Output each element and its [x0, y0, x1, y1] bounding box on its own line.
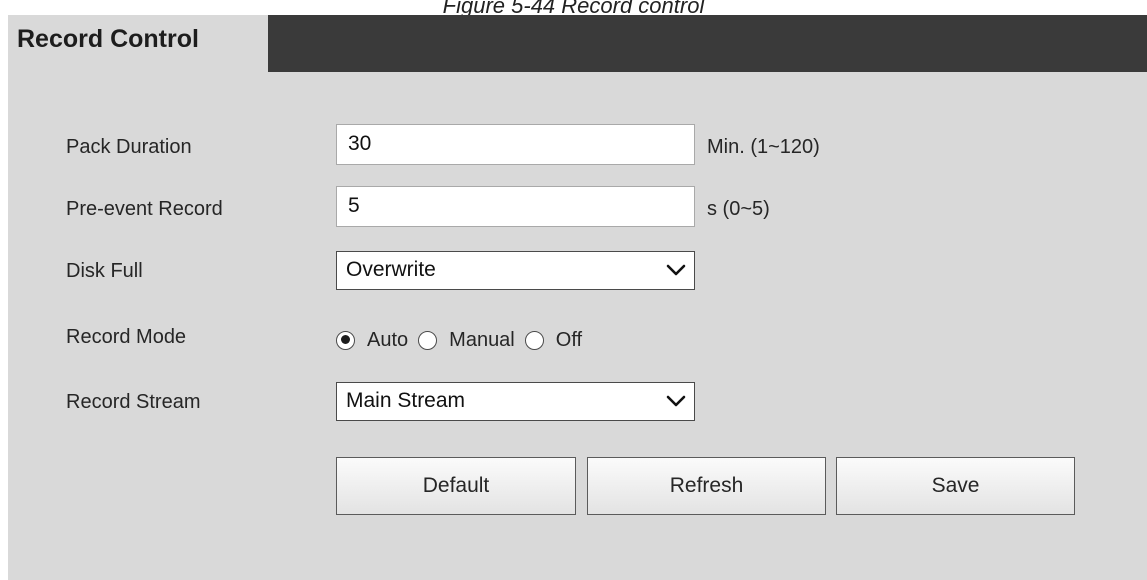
pre-event-record-input[interactable]: 5: [336, 186, 695, 227]
pack-duration-label: Pack Duration: [66, 136, 192, 158]
chevron-down-icon: [666, 395, 686, 407]
radio-auto-label: Auto: [367, 328, 409, 351]
record-stream-label: Record Stream: [66, 391, 201, 413]
radio-manual-circle[interactable]: [418, 330, 438, 350]
record-stream-selected-value: Main Stream: [346, 389, 466, 412]
radio-auto-circle[interactable]: [336, 330, 355, 350]
refresh-button[interactable]: Refresh: [587, 457, 826, 515]
pack-duration-input[interactable]: 30: [336, 124, 695, 165]
radio-off-label: Off: [555, 328, 583, 351]
disk-full-select[interactable]: Overwrite: [336, 251, 695, 290]
radio-manual-label: Manual: [449, 328, 515, 351]
save-button[interactable]: Save: [836, 457, 1075, 515]
radio-off-circle[interactable]: [524, 330, 544, 350]
pre-event-record-unit: s (0~5): [707, 198, 770, 220]
disk-full-selected-value: Overwrite: [346, 258, 436, 281]
radio-off[interactable]: Off: [524, 328, 583, 352]
pack-duration-unit: Min. (1~120): [707, 136, 820, 158]
pre-event-record-label: Pre-event Record: [66, 198, 223, 220]
chevron-down-icon: [666, 264, 686, 276]
radio-auto[interactable]: Auto: [336, 329, 408, 352]
radio-manual[interactable]: Manual: [418, 329, 515, 352]
record-mode-radio-group: Auto Manual Off: [336, 325, 582, 355]
default-button[interactable]: Default: [336, 457, 576, 515]
record-mode-label: Record Mode: [66, 326, 187, 348]
disk-full-label: Disk Full: [66, 260, 143, 282]
record-stream-select[interactable]: Main Stream: [336, 382, 695, 421]
tab-record-control[interactable]: Record Control: [8, 15, 268, 72]
